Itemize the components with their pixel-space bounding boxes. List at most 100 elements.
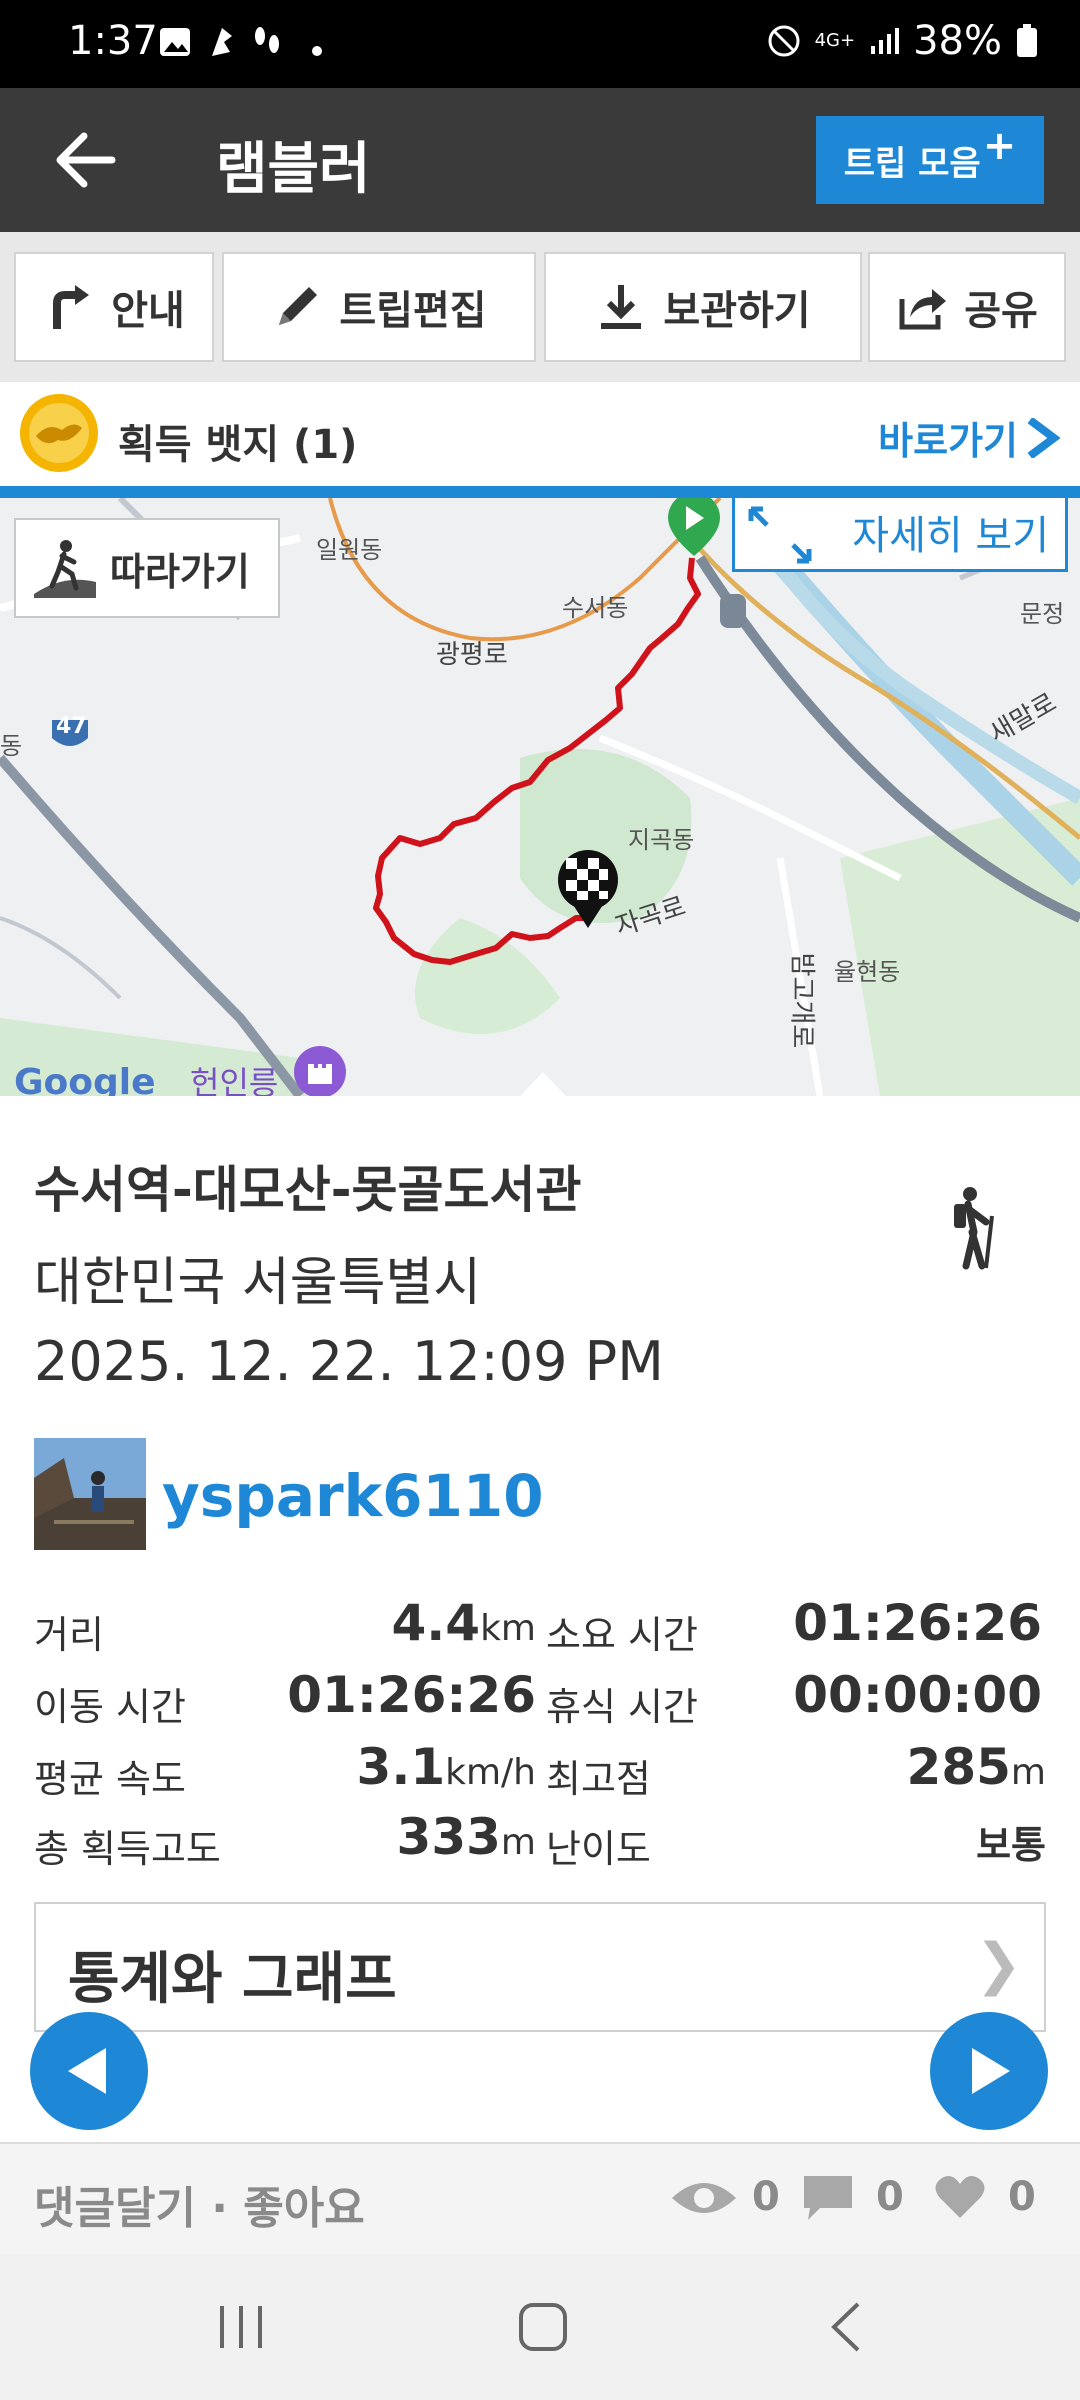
elevation-gain-label: 총 획득고도 xyxy=(34,1827,221,1871)
battery-percent: 38% xyxy=(913,18,1002,64)
plus-icon: + xyxy=(982,123,1017,169)
heart-icon[interactable] xyxy=(934,2174,986,2220)
gallery-icon xyxy=(160,28,190,56)
expand-arrows-icon xyxy=(748,506,812,564)
footsteps-icon xyxy=(255,27,279,53)
turn-right-icon xyxy=(53,285,90,329)
view-details-button[interactable]: 자세히 보기 xyxy=(732,498,1068,572)
map-label-jigok: 지곡동 xyxy=(628,826,695,854)
max-altitude-number: 285 xyxy=(906,1738,1011,1796)
system-navigation-bar xyxy=(0,2254,1080,2400)
elevation-gain-number: 333 xyxy=(396,1808,501,1866)
badge-medal-icon xyxy=(20,394,98,472)
download-icon xyxy=(601,285,642,329)
rest-time-label: 휴식 시간 xyxy=(546,1685,698,1729)
map-label-yulhyeon: 율현동 xyxy=(834,958,901,986)
comment-like-link[interactable]: 댓글달기 · 좋아요 xyxy=(34,2172,365,2236)
trip-collection-button[interactable]: 트립 모음 + xyxy=(816,116,1044,204)
distance-label: 거리 xyxy=(34,1613,104,1657)
stats-graphs-label: 통계와 그래프 xyxy=(68,1947,397,2012)
system-back-icon[interactable] xyxy=(826,2300,866,2354)
network-type: 4G+ xyxy=(814,30,856,51)
home-icon[interactable] xyxy=(516,2300,570,2354)
like-count: 0 xyxy=(1008,2174,1036,2220)
save-button[interactable]: 보관하기 xyxy=(544,252,862,362)
badge-row[interactable]: 획득 뱃지 (1) 바로가기 xyxy=(0,382,1080,486)
previous-trip-button[interactable] xyxy=(30,2012,148,2130)
edit-trip-button[interactable]: 트립편집 xyxy=(222,252,536,362)
app-bar: 램블러 트립 모음 + xyxy=(0,88,1080,232)
guide-button[interactable]: 안내 xyxy=(14,252,214,362)
app-notification-icon xyxy=(212,28,232,56)
elevation-gain-value: 333m xyxy=(300,1808,536,1866)
edit-trip-label: 트립편집 xyxy=(339,288,487,334)
next-trip-button[interactable] xyxy=(930,2012,1048,2130)
badge-label: 획득 뱃지 (1) xyxy=(118,422,358,468)
divider-accent xyxy=(0,486,1080,498)
back-arrow-icon[interactable] xyxy=(50,128,120,192)
more-notifications-dot xyxy=(312,46,322,56)
share-button[interactable]: 공유 xyxy=(868,252,1066,362)
follow-label: 따라가기 xyxy=(110,549,250,594)
avg-speed-label: 평균 속도 xyxy=(34,1757,186,1801)
recent-apps-icon[interactable] xyxy=(214,2302,268,2352)
trip-collection-label: 트립 모음 xyxy=(843,143,981,184)
google-logo: Google xyxy=(14,1062,156,1096)
map-label-bamgogae: 밤고개로 xyxy=(786,952,817,1049)
avg-speed-unit: km/h xyxy=(445,1752,536,1793)
route-map[interactable]: 일원동 수서동 광평로 문정 새말로 동 47 지곡동 자곡로 밤고개로 율현동… xyxy=(0,498,1080,1096)
map-label-suseo: 수서동 xyxy=(562,594,629,622)
status-right-icons: 4G+ 38% xyxy=(767,18,1038,64)
play-left-icon xyxy=(68,2048,106,2094)
map-label-dong: 동 xyxy=(0,732,23,760)
comment-count: 0 xyxy=(876,2174,904,2220)
duration-value: 01:26:26 xyxy=(793,1594,1042,1652)
trip-location: 대한민국 서울특별시 xyxy=(34,1253,482,1313)
username-link[interactable]: yspark6110 xyxy=(162,1462,544,1530)
max-altitude-value: 285m xyxy=(780,1738,1046,1796)
map-label-route47: 47 xyxy=(56,714,87,739)
status-bar: 1:37 4G+ 38% xyxy=(0,0,1080,88)
rest-time-value: 00:00:00 xyxy=(793,1666,1042,1724)
user-avatar[interactable] xyxy=(34,1438,146,1550)
follow-button[interactable]: 따라가기 xyxy=(14,518,280,618)
max-altitude-label: 최고점 xyxy=(546,1757,651,1801)
battery-icon xyxy=(1017,24,1037,57)
badge-goto-link[interactable]: 바로가기 xyxy=(878,410,1060,465)
pencil-icon xyxy=(279,287,318,325)
duration-label: 소요 시간 xyxy=(546,1613,698,1657)
moving-time-label: 이동 시간 xyxy=(34,1685,186,1729)
eye-icon xyxy=(672,2183,736,2213)
difficulty-label: 난이도 xyxy=(546,1827,651,1871)
badge-goto-label: 바로가기 xyxy=(878,419,1018,463)
distance-unit: km xyxy=(480,1608,536,1649)
chevron-right-icon: ❯ xyxy=(975,1932,1022,1997)
signal-icon xyxy=(871,28,900,54)
trip-title: 수서역-대모산-못골도서관 xyxy=(34,1161,582,1219)
difficulty-value: 보통 xyxy=(976,1823,1046,1867)
map-label-gwangpyeong: 광평로 xyxy=(436,640,508,670)
play-right-icon xyxy=(972,2048,1010,2094)
view-details-label: 자세히 보기 xyxy=(852,513,1049,559)
trip-date: 2025. 12. 22. 12:09 PM xyxy=(34,1330,664,1393)
avg-speed-value: 3.1km/h xyxy=(300,1738,536,1796)
distance-number: 4.4 xyxy=(391,1594,481,1652)
share-label: 공유 xyxy=(964,288,1038,334)
moving-time-value: 01:26:26 xyxy=(287,1666,536,1724)
map-label-heoninneung: 헌인릉 xyxy=(190,1064,279,1096)
chevron-right-icon xyxy=(1027,417,1060,458)
guide-label: 안내 xyxy=(111,288,185,334)
stats-graphs-button[interactable]: 통계와 그래프 ❯ xyxy=(34,1902,1046,2032)
map-label-munjeong: 문정 xyxy=(1020,600,1065,628)
do-not-disturb-icon xyxy=(768,25,800,57)
elevation-gain-unit: m xyxy=(500,1822,536,1863)
map-label-ilwon: 일원동 xyxy=(316,536,383,564)
app-title: 램블러 xyxy=(216,137,371,202)
max-altitude-unit: m xyxy=(1010,1752,1046,1793)
distance-value: 4.4km xyxy=(300,1594,537,1652)
map-notch xyxy=(520,1072,566,1096)
avg-speed-number: 3.1 xyxy=(356,1738,446,1796)
share-icon xyxy=(899,289,947,330)
walking-person-icon xyxy=(34,540,96,598)
view-count: 0 xyxy=(752,2174,780,2220)
